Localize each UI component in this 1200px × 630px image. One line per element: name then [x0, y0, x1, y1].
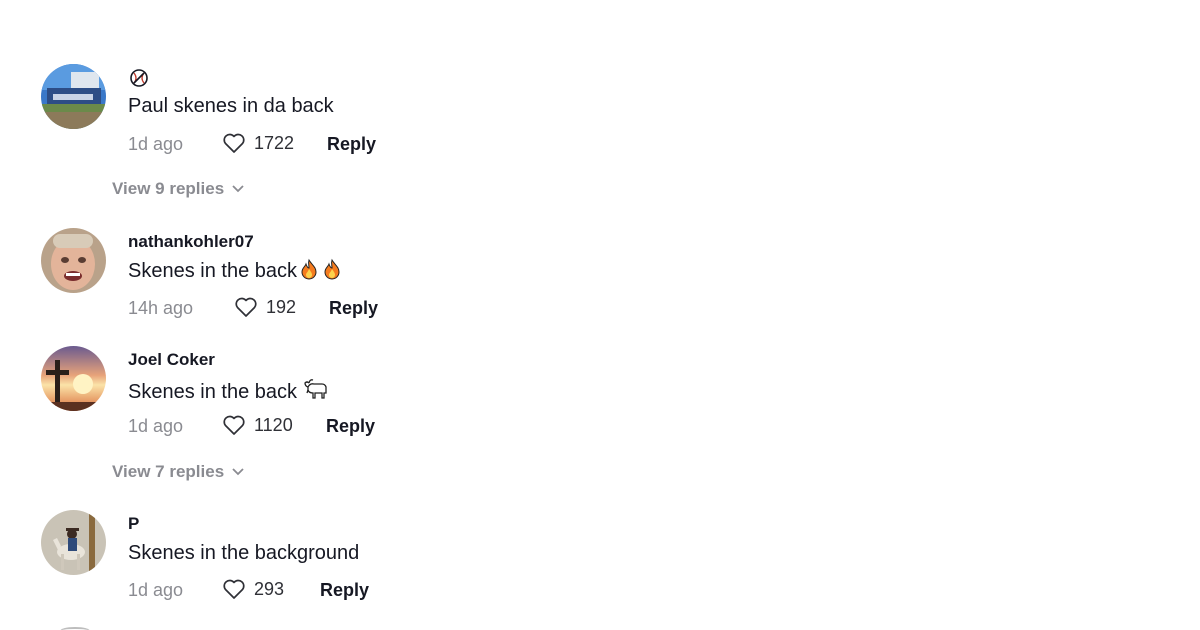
face-avatar[interactable] — [41, 228, 106, 293]
reply-button[interactable]: Reply — [329, 297, 378, 319]
horse-rider-avatar[interactable] — [41, 510, 106, 575]
reply-button[interactable]: Reply — [320, 579, 369, 601]
cross-sunset-avatar[interactable] — [41, 346, 106, 411]
heart-icon — [223, 579, 245, 599]
comment-time: 1d ago — [128, 416, 184, 436]
reply-button[interactable]: Reply — [326, 415, 375, 437]
goat-icon — [303, 377, 330, 407]
comment-item: P Skenes in the background 1d ago 293 Re… — [0, 0, 700, 600]
comment-text-content: Skenes in the back — [128, 381, 297, 403]
view-replies-button[interactable]: View 9 replies — [112, 178, 244, 200]
comment-text: Skenes in the back — [128, 377, 330, 407]
comment-time: 1d ago — [128, 134, 184, 154]
like-count: 1722 — [254, 133, 295, 153]
fire-icon — [298, 258, 320, 286]
comment-text: Skenes in the back — [128, 258, 343, 286]
comment-username[interactable]: P — [128, 514, 139, 534]
chevron-down-icon — [232, 185, 244, 193]
like-button[interactable]: 293 — [222, 577, 284, 601]
reply-button[interactable]: Reply — [327, 133, 376, 155]
like-button[interactable]: 1120 — [222, 413, 293, 437]
comment-text-content: Skenes in the back — [128, 260, 297, 282]
view-replies-label: View 7 replies — [112, 462, 225, 481]
comment-username[interactable]: Joel Coker — [128, 350, 215, 370]
comment-text: Skenes in the background — [128, 542, 360, 564]
heart-icon — [235, 297, 257, 317]
comment-time: 14h ago — [128, 298, 194, 318]
heart-icon — [223, 415, 245, 435]
fire-icon — [321, 258, 343, 286]
comment-time: 1d ago — [128, 580, 184, 600]
like-button[interactable]: 1722 — [222, 131, 294, 155]
like-count: 192 — [266, 297, 297, 317]
chevron-down-icon — [232, 468, 244, 476]
view-replies-label: View 9 replies — [112, 179, 225, 198]
like-count: 1120 — [254, 415, 293, 435]
comment-username[interactable]: nathankohler07 — [128, 232, 254, 252]
heart-icon — [223, 133, 245, 153]
comment-feed: Paul skenes in da back 1d ago 1722 Reply… — [0, 0, 1200, 630]
view-replies-button[interactable]: View 7 replies — [112, 461, 244, 483]
like-button[interactable]: 192 — [234, 295, 296, 319]
like-count: 293 — [254, 579, 285, 599]
